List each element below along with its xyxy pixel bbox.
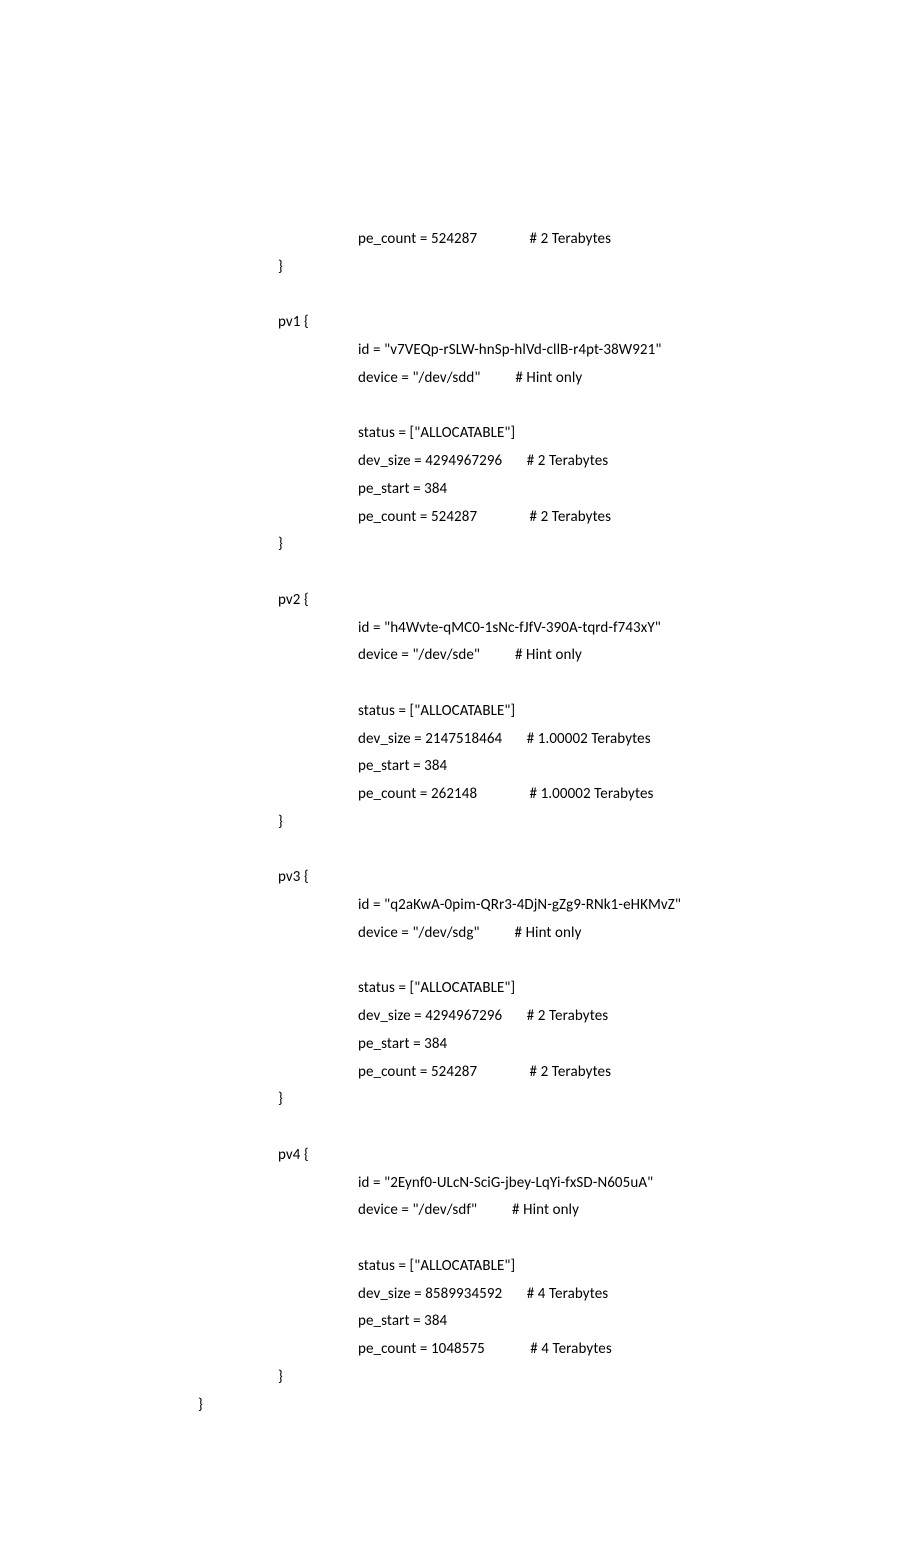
code-line: pe_start = 384 [0, 1031, 920, 1059]
code-line: id = "h4Wvte-qMC0-1sNc-fJfV-390A-tqrd-f7… [0, 615, 920, 643]
code-line: pe_start = 384 [0, 753, 920, 781]
code-line: device = "/dev/sdd" # Hint only [0, 365, 920, 393]
code-line [0, 948, 920, 976]
code-line: pe_count = 262148 # 1.00002 Terabytes [0, 781, 920, 809]
code-line: pv2 { [0, 587, 920, 615]
code-line: id = "q2aKwA-0pim-QRr3-4DjN-gZg9-RNk1-eH… [0, 892, 920, 920]
code-line: } [0, 809, 920, 837]
code-line: dev_size = 2147518464 # 1.00002 Terabyte… [0, 726, 920, 754]
code-line: } [0, 1364, 920, 1392]
code-line: status = ["ALLOCATABLE"] [0, 698, 920, 726]
code-line [0, 1225, 920, 1253]
code-line: device = "/dev/sdf" # Hint only [0, 1197, 920, 1225]
code-line [0, 670, 920, 698]
code-line [0, 393, 920, 421]
config-code-block: pe_count = 524287 # 2 Terabytes} pv1 {id… [0, 226, 920, 1419]
code-line: id = "2Eynf0-ULcN-SciG-jbey-LqYi-fxSD-N6… [0, 1170, 920, 1198]
code-line: pe_count = 524287 # 2 Terabytes [0, 1059, 920, 1087]
code-line: pe_count = 524287 # 2 Terabytes [0, 226, 920, 254]
code-line: dev_size = 8589934592 # 4 Terabytes [0, 1281, 920, 1309]
code-line [0, 282, 920, 310]
code-line: pe_count = 524287 # 2 Terabytes [0, 504, 920, 532]
code-line: } [0, 531, 920, 559]
code-line: device = "/dev/sdg" # Hint only [0, 920, 920, 948]
code-line: pe_start = 384 [0, 1308, 920, 1336]
code-line: status = ["ALLOCATABLE"] [0, 420, 920, 448]
code-line: pe_count = 1048575 # 4 Terabytes [0, 1336, 920, 1364]
code-line: id = "v7VEQp-rSLW-hnSp-hlVd-cllB-r4pt-38… [0, 337, 920, 365]
code-line: device = "/dev/sde" # Hint only [0, 642, 920, 670]
code-line: status = ["ALLOCATABLE"] [0, 975, 920, 1003]
code-line [0, 837, 920, 865]
code-line: } [0, 254, 920, 282]
code-line: } [0, 1392, 920, 1420]
code-line: dev_size = 4294967296 # 2 Terabytes [0, 1003, 920, 1031]
code-line: dev_size = 4294967296 # 2 Terabytes [0, 448, 920, 476]
code-line [0, 559, 920, 587]
code-line: pv4 { [0, 1142, 920, 1170]
code-line: pv1 { [0, 309, 920, 337]
code-line: } [0, 1086, 920, 1114]
code-line: status = ["ALLOCATABLE"] [0, 1253, 920, 1281]
code-line: pv3 { [0, 864, 920, 892]
code-line [0, 1114, 920, 1142]
code-line: pe_start = 384 [0, 476, 920, 504]
